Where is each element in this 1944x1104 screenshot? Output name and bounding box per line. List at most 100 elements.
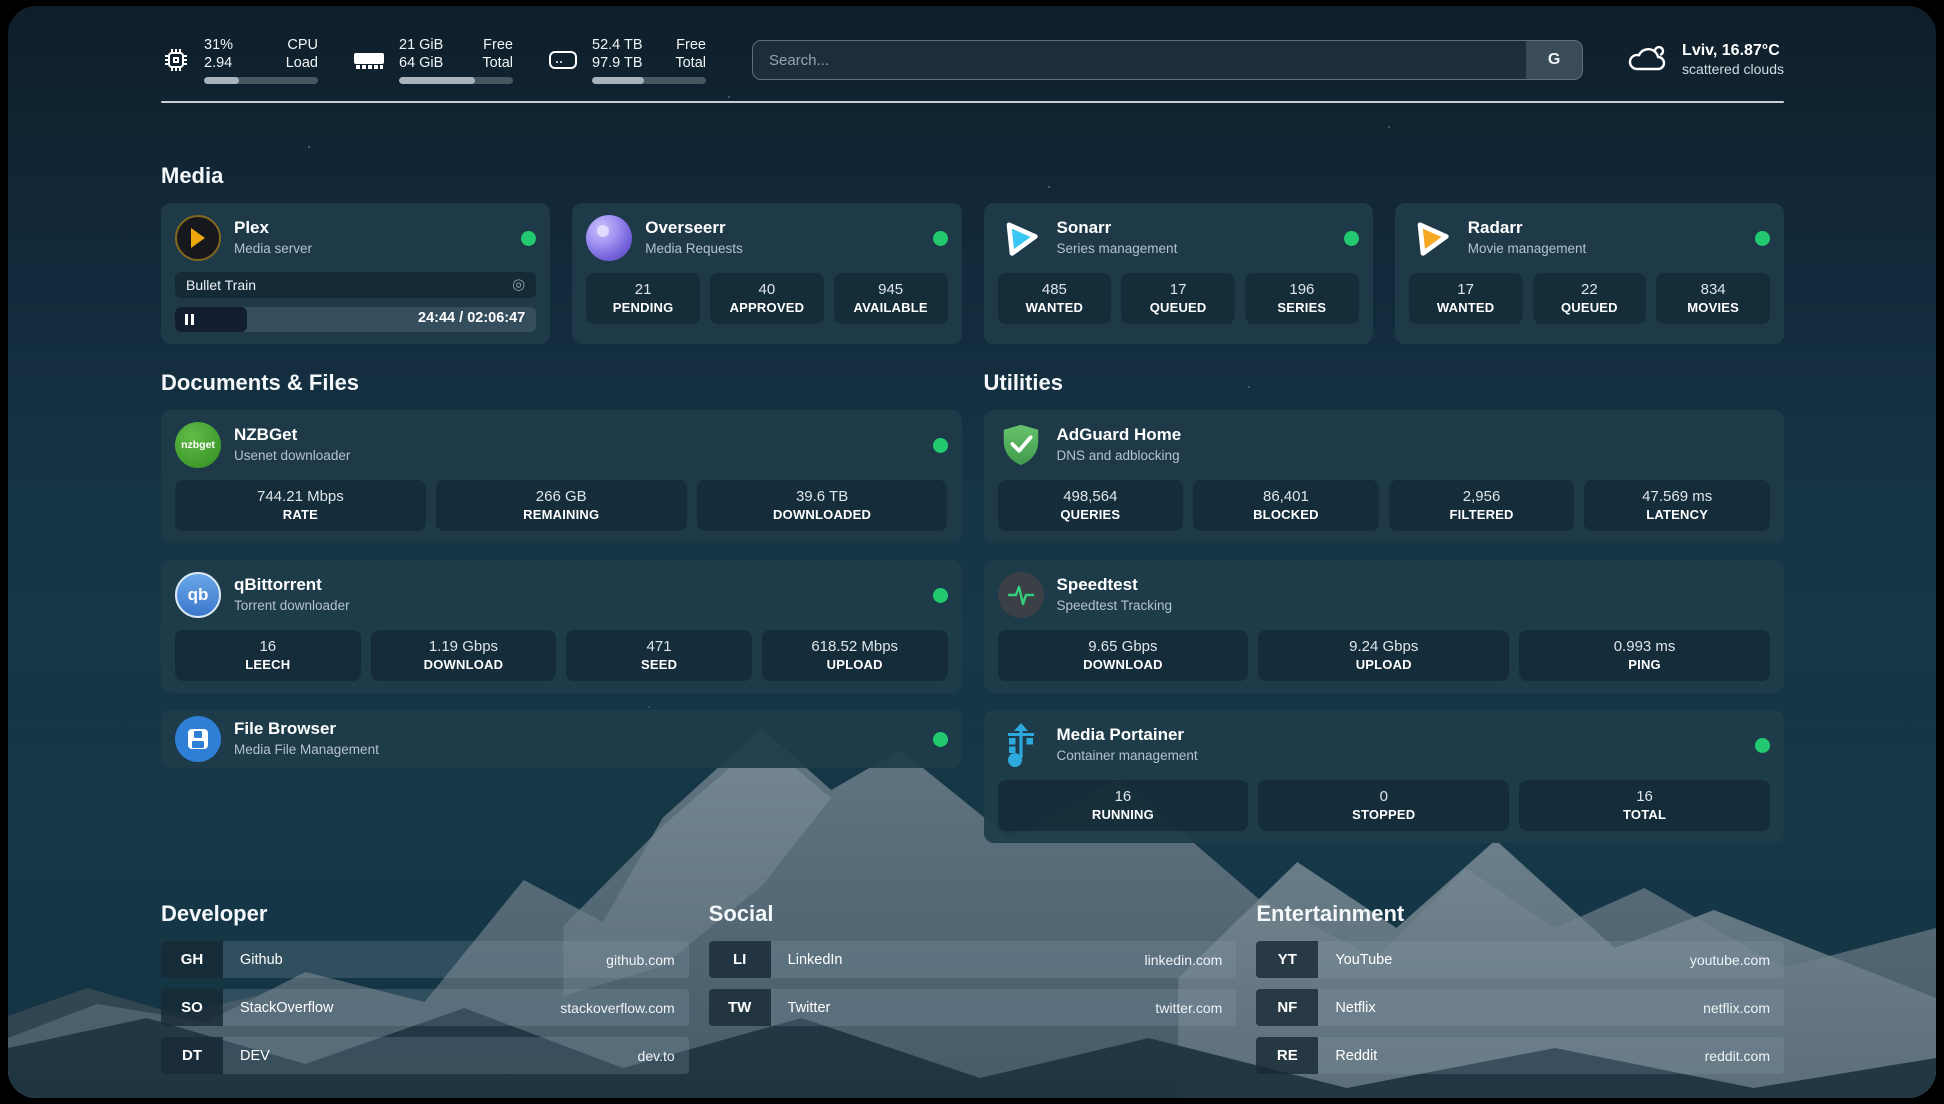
link-stackoverflow[interactable]: SO StackOverflow stackoverflow.com xyxy=(161,989,689,1026)
link-abbr: DT xyxy=(161,1037,223,1074)
cast-icon[interactable]: ◎ xyxy=(512,278,525,292)
stat-remaining: 266 GBREMAINING xyxy=(436,480,687,531)
portainer-icon xyxy=(998,722,1044,768)
qbittorrent-icon: qb xyxy=(175,572,221,618)
app-desc: Usenet downloader xyxy=(234,445,350,466)
stat-rate: 744.21 MbpsRATE xyxy=(175,480,426,531)
app-name: File Browser xyxy=(234,718,379,739)
link-label: Twitter xyxy=(788,1000,831,1016)
app-card-sonarr[interactable]: Sonarr Series management 485WANTED 17QUE… xyxy=(984,203,1373,344)
social-section: Social LI LinkedIn linkedin.com TW Twitt… xyxy=(709,901,1237,1074)
cloud-icon xyxy=(1625,42,1669,79)
link-label: YouTube xyxy=(1335,952,1392,968)
link-linkedin[interactable]: LI LinkedIn linkedin.com xyxy=(709,941,1237,978)
app-card-qbittorrent[interactable]: qb qBittorrent Torrent downloader 16LEEC… xyxy=(161,560,962,693)
section-title-entertainment: Entertainment xyxy=(1256,901,1784,927)
now-playing-title: Bullet Train xyxy=(186,277,256,293)
link-label: Netflix xyxy=(1335,1000,1375,1016)
status-online-dot xyxy=(1755,231,1770,246)
utilities-column: Utilities xyxy=(984,370,1785,843)
status-online-dot xyxy=(1755,738,1770,753)
link-label: LinkedIn xyxy=(788,952,843,968)
stat-seed: 471SEED xyxy=(566,630,752,681)
stat-wanted: 17WANTED xyxy=(1409,273,1523,324)
search-bar: G xyxy=(752,40,1583,80)
stat-pending: 21PENDING xyxy=(586,273,700,324)
link-youtube[interactable]: YT YouTube youtube.com xyxy=(1256,941,1784,978)
app-name: Plex xyxy=(234,217,312,238)
link-abbr: GH xyxy=(161,941,223,978)
app-card-adguard[interactable]: AdGuard Home DNS and adblocking 498,564Q… xyxy=(984,410,1785,543)
link-netflix[interactable]: NF Netflix netflix.com xyxy=(1256,989,1784,1026)
ram-total-label: Total xyxy=(476,54,513,72)
pause-icon[interactable] xyxy=(185,314,194,325)
link-github[interactable]: GH Github github.com xyxy=(161,941,689,978)
section-title-documents: Documents & Files xyxy=(161,370,962,396)
status-online-dot xyxy=(521,231,536,246)
app-desc: Media Requests xyxy=(645,238,743,259)
cpu-icon xyxy=(161,45,191,75)
app-desc: Speedtest Tracking xyxy=(1057,595,1173,616)
playback-progress-bar[interactable]: 24:44 / 02:06:47 xyxy=(175,307,536,332)
app-name: Media Portainer xyxy=(1057,724,1198,745)
app-desc: DNS and adblocking xyxy=(1057,445,1182,466)
app-card-radarr[interactable]: Radarr Movie management 17WANTED 22QUEUE… xyxy=(1395,203,1784,344)
stat-upload: 618.52 MbpsUPLOAD xyxy=(762,630,948,681)
weather-widget: Lviv, 16.87°C scattered clouds xyxy=(1625,41,1784,79)
stat-movies: 834MOVIES xyxy=(1656,273,1770,324)
app-name: Speedtest xyxy=(1057,574,1173,595)
app-name: qBittorrent xyxy=(234,574,350,595)
link-abbr: YT xyxy=(1256,941,1318,978)
link-url: twitter.com xyxy=(1155,1000,1222,1016)
app-card-plex[interactable]: Plex Media server Bullet Train ◎ 24:44 /… xyxy=(161,203,550,344)
link-dev[interactable]: DT DEV dev.to xyxy=(161,1037,689,1074)
disk-progress-bar xyxy=(592,77,706,84)
stat-blocked: 86,401BLOCKED xyxy=(1193,480,1379,531)
header-divider xyxy=(161,101,1784,103)
app-card-overseerr[interactable]: Overseerr Media Requests 21PENDING 40APP… xyxy=(572,203,961,344)
search-input[interactable] xyxy=(753,41,1526,79)
stat-ping: 0.993 msPING xyxy=(1519,630,1770,681)
stat-latency: 47.569 msLATENCY xyxy=(1584,480,1770,531)
cpu-label: CPU xyxy=(272,36,318,54)
app-card-portainer[interactable]: Media Portainer Container management 16R… xyxy=(984,710,1785,843)
link-label: DEV xyxy=(240,1048,270,1064)
search-engine-button[interactable]: G xyxy=(1526,41,1582,79)
entertainment-section: Entertainment YT YouTube youtube.com NF … xyxy=(1256,901,1784,1074)
link-url: netflix.com xyxy=(1703,1000,1770,1016)
link-url: linkedin.com xyxy=(1145,952,1223,968)
status-online-dot xyxy=(933,732,948,747)
app-card-speedtest[interactable]: Speedtest Speedtest Tracking 9.65 GbpsDO… xyxy=(984,560,1785,693)
speedtest-icon xyxy=(998,572,1044,618)
app-card-nzbget[interactable]: nzbget NZBGet Usenet downloader 744.21 M… xyxy=(161,410,962,543)
radarr-icon xyxy=(1409,215,1455,261)
app-desc: Container management xyxy=(1057,745,1198,766)
app-card-filebrowser[interactable]: File Browser Media File Management xyxy=(161,710,962,768)
link-label: StackOverflow xyxy=(240,1000,333,1016)
status-online-dot xyxy=(933,588,948,603)
disk-total-value: 97.9 TB xyxy=(592,54,646,72)
cpu-usage-value: 31% xyxy=(204,36,246,54)
link-twitter[interactable]: TW Twitter twitter.com xyxy=(709,989,1237,1026)
stat-download: 1.19 GbpsDOWNLOAD xyxy=(371,630,557,681)
ram-total-value: 64 GiB xyxy=(399,54,450,72)
ram-icon xyxy=(352,48,386,72)
stat-queries: 498,564QUERIES xyxy=(998,480,1184,531)
app-name: Overseerr xyxy=(645,217,743,238)
section-title-developer: Developer xyxy=(161,901,689,927)
nzbget-icon: nzbget xyxy=(175,422,221,468)
stat-series: 196SERIES xyxy=(1245,273,1359,324)
stat-filtered: 2,956FILTERED xyxy=(1389,480,1575,531)
weather-condition: scattered clouds xyxy=(1682,60,1784,79)
link-url: youtube.com xyxy=(1690,952,1770,968)
app-desc: Torrent downloader xyxy=(234,595,350,616)
link-reddit[interactable]: RE Reddit reddit.com xyxy=(1256,1037,1784,1074)
status-online-dot xyxy=(1344,231,1359,246)
stat-leech: 16LEECH xyxy=(175,630,361,681)
app-name: Sonarr xyxy=(1057,217,1178,238)
stat-queued: 22QUEUED xyxy=(1533,273,1647,324)
sonarr-icon xyxy=(998,215,1044,261)
ram-stat: 21 GiB Free 64 GiB Total xyxy=(352,36,513,84)
app-name: AdGuard Home xyxy=(1057,424,1182,445)
link-url: github.com xyxy=(606,952,674,968)
